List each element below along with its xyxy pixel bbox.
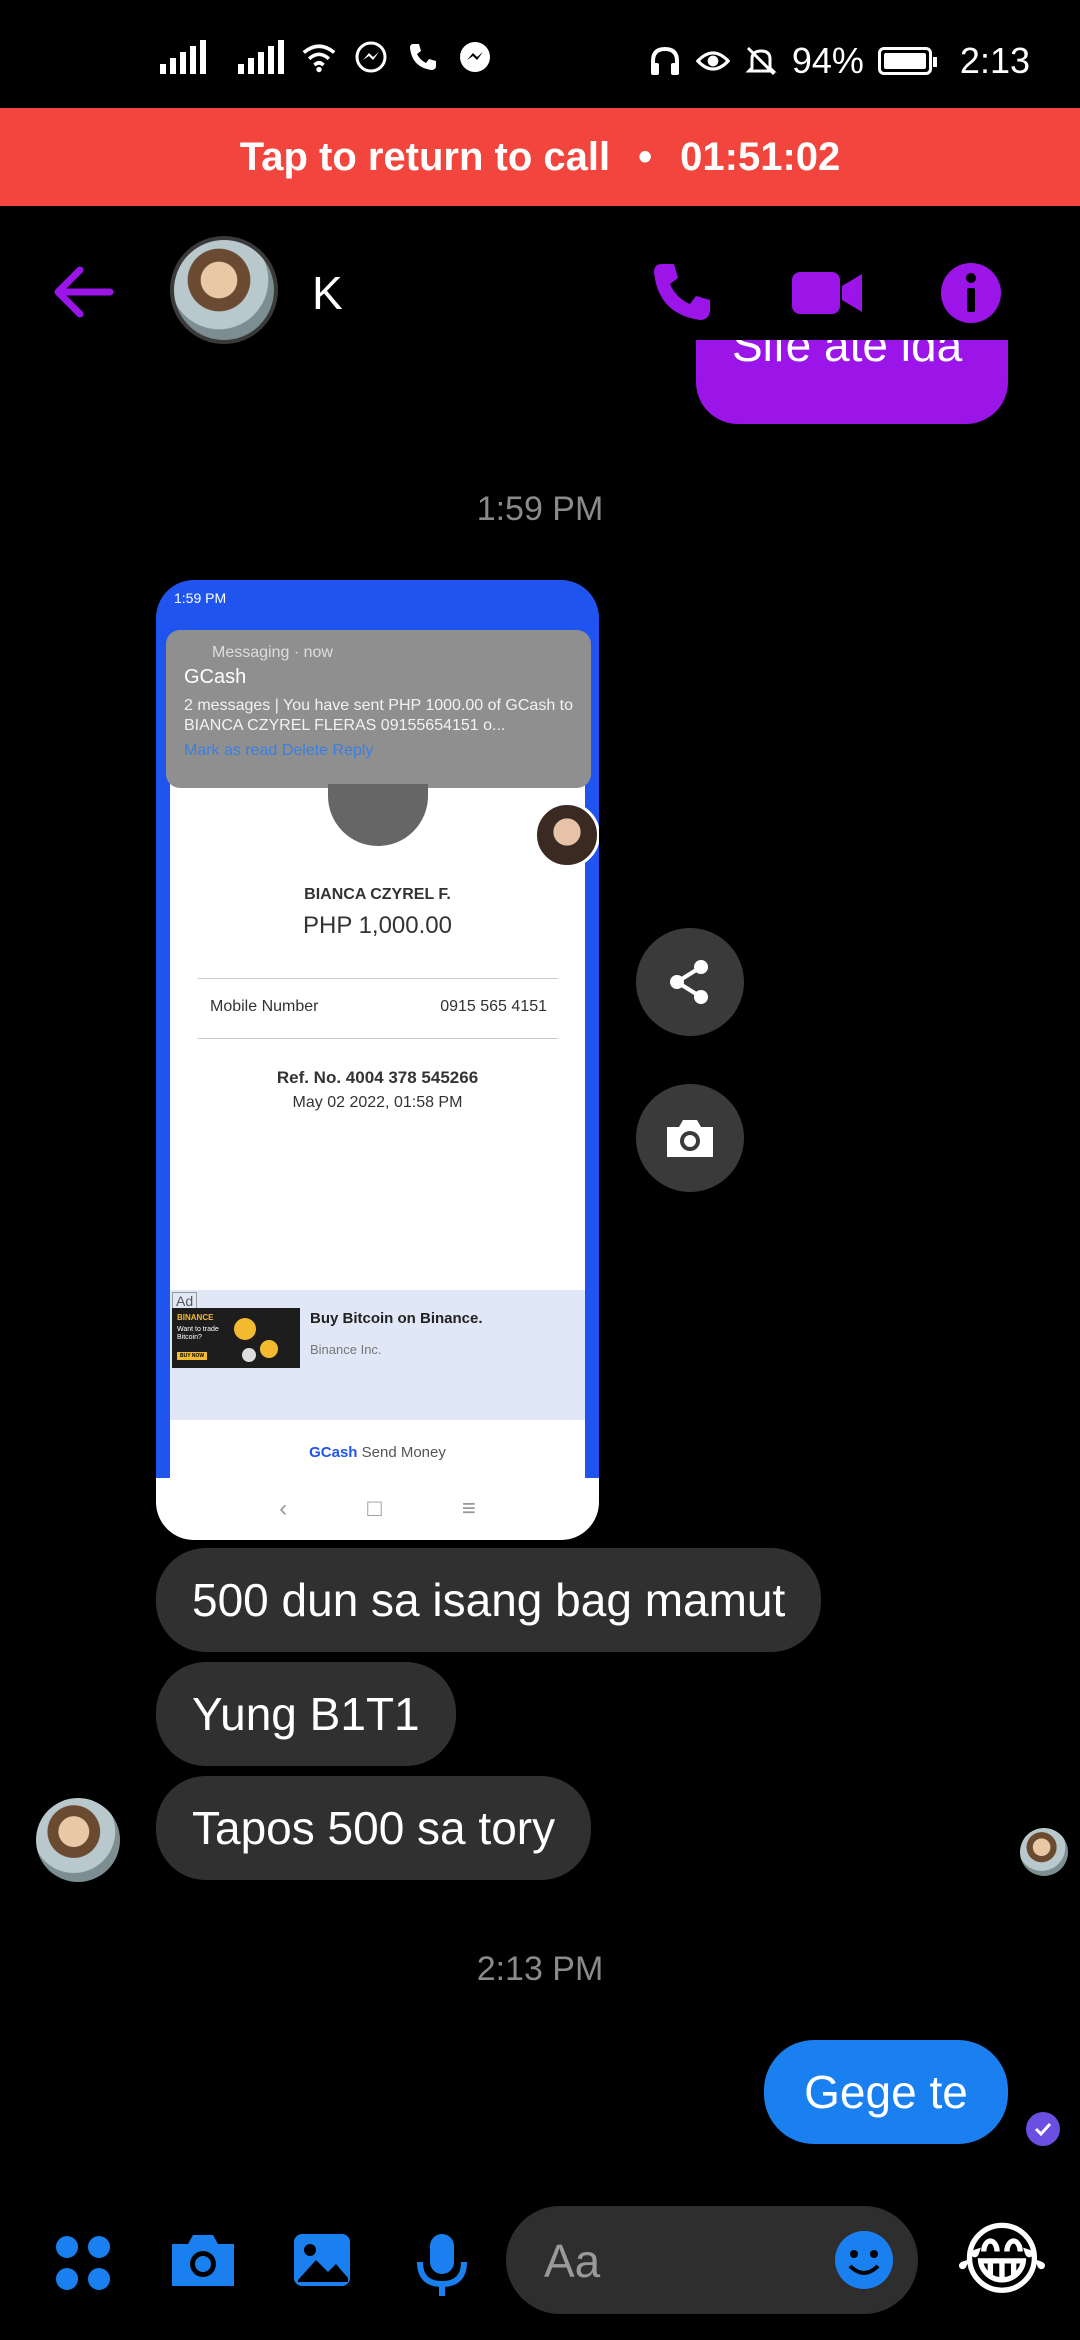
message-input-container: [506, 2206, 918, 2316]
clock: 2:13: [959, 40, 1030, 81]
battery-percent: 94%: [791, 40, 864, 81]
message-input[interactable]: [542, 2206, 836, 2316]
video-camera-icon: [792, 272, 862, 314]
seen-avatar: [1020, 1828, 1068, 1876]
shot-menu-icon: ≡: [461, 1495, 476, 1522]
shot-notification: Messaging · now GCash 2 messages | You h…: [166, 630, 591, 788]
shot-status-time: 1:59 PM: [174, 590, 227, 606]
back-button[interactable]: [50, 262, 120, 322]
voice-call-button[interactable]: [648, 258, 718, 328]
return-to-call-banner[interactable]: Tap to return to call • 01:51:02: [0, 108, 1080, 206]
messenger-icon-2: [458, 40, 492, 74]
emoji-picker-button[interactable]: [832, 2228, 896, 2292]
call-banner-text: Tap to return to call: [239, 134, 611, 179]
outgoing-message-bubble[interactable]: Gege te: [764, 2040, 1008, 2144]
signal-icon-1: [160, 40, 206, 74]
shot-amount: PHP 1,000.00: [302, 912, 452, 939]
back-arrow-icon: [54, 266, 114, 318]
four-dots-icon: [56, 2236, 110, 2290]
timestamp: 2:13 PM: [476, 1950, 604, 1988]
battery-icon: [877, 47, 937, 75]
shot-notif-title: GCash: [184, 666, 247, 688]
camera-icon: [667, 1120, 713, 1157]
phone-icon: [406, 40, 440, 74]
shot-mobile-value: 0915 565 4151: [440, 998, 547, 1015]
message-text: Gege te: [804, 2066, 968, 2118]
shot-notif-body: 2 messages | You have sent PHP 1000.00 o…: [184, 697, 574, 734]
message-text: Sife ate ida: [732, 340, 963, 371]
status-left-icons: [160, 40, 492, 74]
shot-footer-text: Send Money: [361, 1444, 446, 1461]
shot-ad-img-text: Want to trade Bitcoin?: [177, 1326, 219, 1341]
message-text: Yung B1T1: [192, 1688, 420, 1740]
gallery-button[interactable]: [290, 2230, 360, 2300]
call-banner-separator: •: [638, 134, 653, 179]
phone-call-icon: [654, 264, 710, 320]
shot-ref: Ref. No. 4004 378 545266: [276, 1068, 479, 1087]
shot-ad-img-btn: BUY NOW: [177, 1352, 208, 1360]
signal-icon-2: [238, 40, 284, 74]
headphones-icon: [648, 44, 682, 78]
camera-button[interactable]: [168, 2230, 238, 2300]
shot-divider: [198, 978, 558, 979]
quick-reaction-button[interactable]: 😂: [954, 2212, 1050, 2308]
delivered-check-icon: [1026, 2112, 1060, 2146]
wifi-icon: [302, 40, 336, 74]
info-icon: [941, 263, 1001, 323]
microphone-icon: [417, 2234, 467, 2296]
messenger-icon: [354, 40, 388, 74]
incoming-message-bubble[interactable]: 500 dun sa isang bag mamut: [156, 1548, 822, 1652]
save-photo-button[interactable]: [636, 1084, 744, 1192]
shot-ad-title: Buy Bitcoin on Binance.: [310, 1310, 483, 1327]
contact-name[interactable]: K: [312, 266, 343, 320]
shot-date: May 02 2022, 01:58 PM: [292, 1094, 463, 1111]
video-call-button[interactable]: [790, 258, 862, 328]
message-text: Tapos 500 sa tory: [192, 1802, 556, 1854]
shot-ad: Ad BINANCE Want to trade Bitcoin? BUY NO…: [170, 1290, 585, 1420]
shot-mobile-label: Mobile Number: [210, 998, 319, 1015]
binance-ad-image: BINANCE Want to trade Bitcoin? BUY NOW: [172, 1308, 300, 1368]
voice-message-button[interactable]: [410, 2230, 480, 2300]
more-actions-button[interactable]: [50, 2230, 120, 2300]
shot-divider-2: [198, 1038, 558, 1039]
camera-icon: [172, 2235, 234, 2286]
info-button[interactable]: [936, 258, 1006, 328]
outgoing-message-bubble[interactable]: Sife ate ida: [696, 340, 1008, 424]
coin-3: [242, 1348, 256, 1362]
shot-footer-brand: GCash: [309, 1444, 358, 1461]
shot-notif-app: Messaging · now: [212, 644, 333, 661]
image-attachment[interactable]: 1:59 PM Messaging · now GCash 2 messages…: [156, 580, 599, 1540]
coin-2: [260, 1340, 278, 1358]
status-bar: 94% 2:13: [0, 0, 1080, 108]
shot-ad-img-brand: BINANCE: [177, 1313, 214, 1322]
shot-nav-bar: ‹ □ ≡: [156, 1478, 599, 1540]
message-text: 500 dun sa isang bag mamut: [192, 1574, 786, 1626]
mute-bell-icon: [744, 44, 778, 78]
shot-home-icon: □: [367, 1495, 382, 1522]
status-right-icons: 94% 2:13: [648, 40, 1030, 82]
share-button[interactable]: [636, 928, 744, 1036]
smiley-icon: [835, 2231, 893, 2289]
timestamp: 1:59 PM: [476, 490, 604, 528]
shot-ad-sub: Binance Inc.: [310, 1342, 382, 1357]
shot-chathead: [534, 802, 599, 868]
incoming-message-bubble[interactable]: Tapos 500 sa tory: [156, 1776, 592, 1880]
image-icon: [294, 2234, 350, 2286]
shot-notif-actions: Mark as read Delete Reply: [184, 742, 374, 759]
incoming-message-bubble[interactable]: Yung B1T1: [156, 1662, 456, 1766]
shot-footer: GCash Send Money: [156, 1444, 599, 1461]
shot-back-icon: ‹: [279, 1495, 288, 1522]
share-icon: [670, 960, 708, 1004]
call-duration: 01:51:02: [680, 134, 841, 179]
coin-1: [234, 1318, 256, 1340]
contact-avatar[interactable]: [170, 236, 278, 344]
sender-avatar[interactable]: [36, 1798, 120, 1882]
eye-icon: [695, 44, 730, 78]
shot-recipient: BIANCA CZYREL F.: [304, 886, 451, 903]
